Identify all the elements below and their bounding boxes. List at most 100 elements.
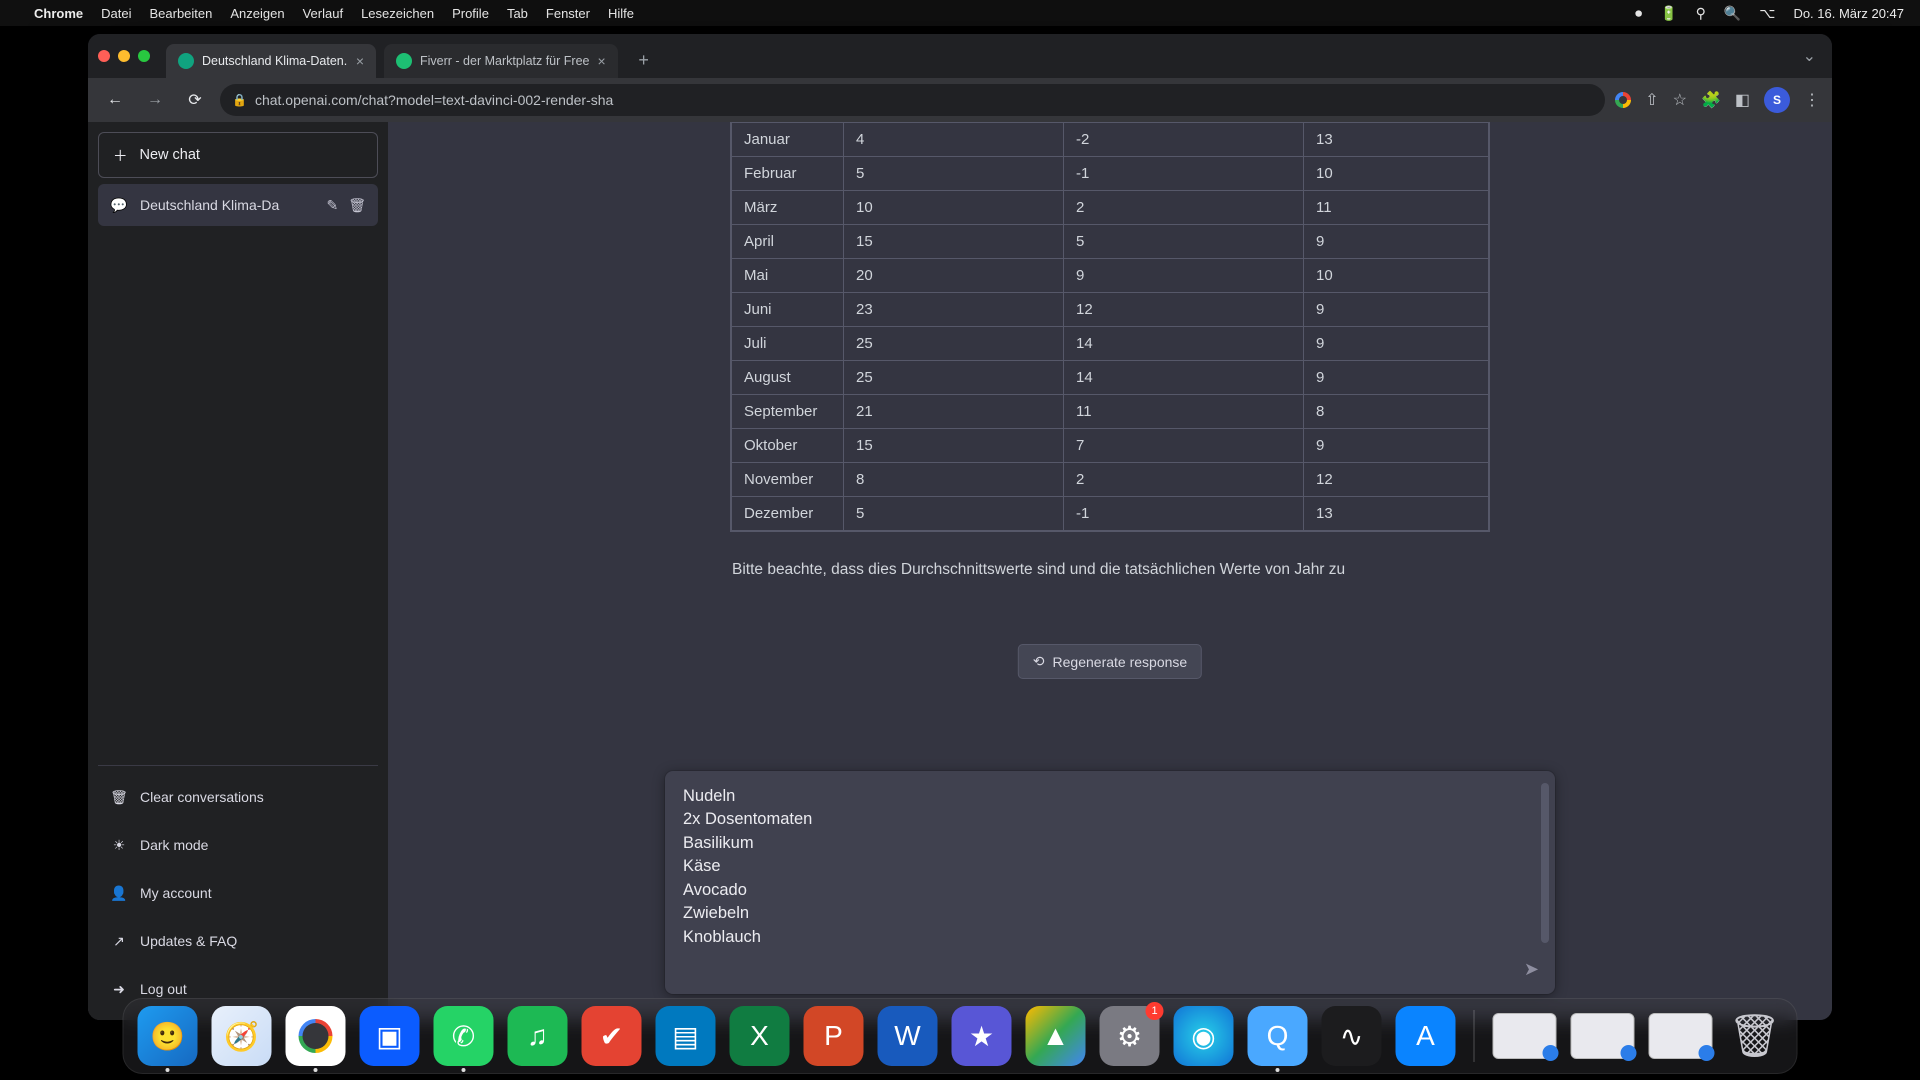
forward-button[interactable]: → [140,85,170,115]
bookmark-star-icon[interactable]: ☆ [1673,90,1687,110]
dock-chrome[interactable] [286,1006,346,1066]
dock-powerpoint[interactable]: P [804,1006,864,1066]
minimize-window-button[interactable] [118,50,130,62]
menubar-clock[interactable]: Do. 16. März 20:47 [1793,6,1904,21]
dock-finder[interactable]: 🙂 [138,1006,198,1066]
menu-bearbeiten[interactable]: Bearbeiten [149,6,212,21]
screen-record-icon[interactable]: ⏺ [1635,5,1642,22]
share-icon[interactable]: ⇧ [1645,90,1658,110]
dock-todoist[interactable]: ✔ [582,1006,642,1066]
dock-zoom[interactable]: ▣ [360,1006,420,1066]
window-controls [98,50,150,62]
table-cell: 4 [844,123,1064,157]
history-item[interactable]: 💬 Deutschland Klima-Da ✎ 🗑 [98,184,378,226]
table-cell: September [732,395,844,429]
table-cell: 15 [844,429,1064,463]
table-cell: November [732,463,844,497]
chrome-window: Deutschland Klima-Daten. × Fiverr - der … [88,34,1832,1020]
dock-word[interactable]: W [878,1006,938,1066]
regenerate-response-button[interactable]: ⟲ Regenerate response [1018,644,1202,679]
menu-datei[interactable]: Datei [101,6,131,21]
spotlight-icon[interactable]: 🔍 [1724,5,1741,22]
dark-mode-button[interactable]: ☀ Dark mode [98,824,378,866]
dock-trello[interactable]: ▤ [656,1006,716,1066]
close-tab-icon[interactable]: × [597,53,605,69]
plus-icon: ＋ [113,145,128,166]
textarea-scrollbar[interactable] [1541,783,1549,943]
clear-conversations-button[interactable]: 🗑 Clear conversations [98,776,378,818]
menu-verlauf[interactable]: Verlauf [303,6,343,21]
url-text: chat.openai.com/chat?model=text-davinci-… [255,92,613,108]
table-cell: 2 [1064,463,1304,497]
dock-voice-memos[interactable]: ∿ [1322,1006,1382,1066]
back-button[interactable]: ← [100,85,130,115]
extensions-puzzle-icon[interactable]: 🧩 [1701,90,1721,110]
maximize-window-button[interactable] [138,50,150,62]
reload-button[interactable]: ⟳ [180,85,210,115]
tab-strip: Deutschland Klima-Daten. × Fiverr - der … [88,34,1832,78]
table-cell: Oktober [732,429,844,463]
table-row: August25149 [732,361,1489,395]
menu-hilfe[interactable]: Hilfe [608,6,634,21]
dock-excel[interactable]: X [730,1006,790,1066]
lock-icon: 🔒 [232,93,247,107]
dock-safari[interactable]: 🧭 [212,1006,272,1066]
dock-google-drive[interactable]: ▲ [1026,1006,1086,1066]
dock-trash[interactable]: 🗑 [1727,1005,1783,1067]
kebab-menu-icon[interactable]: ⋮ [1804,90,1820,110]
sidepanel-icon[interactable]: ◧ [1735,90,1750,110]
dock-spotify[interactable]: ♫ [508,1006,568,1066]
table-cell: 25 [844,361,1064,395]
menu-fenster[interactable]: Fenster [546,6,590,21]
dock-separator [1474,1010,1475,1062]
dock-quicktime[interactable]: Q [1248,1006,1308,1066]
close-window-button[interactable] [98,50,110,62]
table-cell: 9 [1304,429,1489,463]
updates-faq-button[interactable]: ↗ Updates & FAQ [98,920,378,962]
new-tab-button[interactable]: + [630,46,658,74]
dock-whatsapp[interactable]: ✆ [434,1006,494,1066]
regenerate-label: Regenerate response [1053,654,1188,670]
send-icon[interactable]: ➤ [1524,959,1539,980]
table-cell: 15 [844,225,1064,259]
dock-minimized-window[interactable] [1493,1013,1557,1059]
dock-app-store[interactable]: A [1396,1006,1456,1066]
edit-pencil-icon[interactable]: ✎ [326,197,338,214]
table-row: Juni23129 [732,293,1489,327]
table-cell: -1 [1064,157,1304,191]
mac-menubar: Chrome Datei Bearbeiten Anzeigen Verlauf… [0,0,1920,26]
table-cell: 13 [1304,497,1489,531]
tab-active[interactable]: Deutschland Klima-Daten. × [166,44,376,78]
tab-inactive[interactable]: Fiverr - der Marktplatz für Free × [384,44,618,78]
menu-tab[interactable]: Tab [507,6,528,21]
dock-system-settings[interactable]: ⚙1 [1100,1006,1160,1066]
my-account-button[interactable]: 👤 My account [98,872,378,914]
delete-trash-icon[interactable]: 🗑 [348,197,366,214]
dock-minimized-window[interactable] [1571,1013,1635,1059]
table-cell: Februar [732,157,844,191]
trash-icon: 🗑 [110,789,128,806]
dock-imovie[interactable]: ★ [952,1006,1012,1066]
tabs-overflow-icon[interactable]: ⌄ [1797,46,1822,66]
menu-profile[interactable]: Profile [452,6,489,21]
fiverr-favicon-icon [396,53,412,69]
table-cell: 10 [844,191,1064,225]
menu-lesezeichen[interactable]: Lesezeichen [361,6,434,21]
wifi-icon[interactable]: ⚲ [1696,5,1706,22]
message-textarea[interactable] [683,785,1505,975]
climate-table: Januar4-213Februar5-110März10211April155… [730,122,1490,532]
message-composer[interactable]: ➤ [665,771,1555,994]
table-cell: 9 [1304,293,1489,327]
dock-siri[interactable]: ◉ [1174,1006,1234,1066]
dock-minimized-window[interactable] [1649,1013,1713,1059]
google-account-icon[interactable] [1615,92,1631,108]
address-bar[interactable]: 🔒 chat.openai.com/chat?model=text-davinc… [220,84,1605,116]
profile-avatar[interactable]: S [1764,87,1790,113]
table-cell: 9 [1304,327,1489,361]
menu-anzeigen[interactable]: Anzeigen [230,6,284,21]
close-tab-icon[interactable]: × [356,53,364,69]
new-chat-button[interactable]: ＋ New chat [98,132,378,178]
menubar-app-name[interactable]: Chrome [34,6,83,21]
control-center-icon[interactable]: ⌥ [1759,5,1775,22]
battery-icon[interactable]: 🔋 [1660,5,1677,22]
